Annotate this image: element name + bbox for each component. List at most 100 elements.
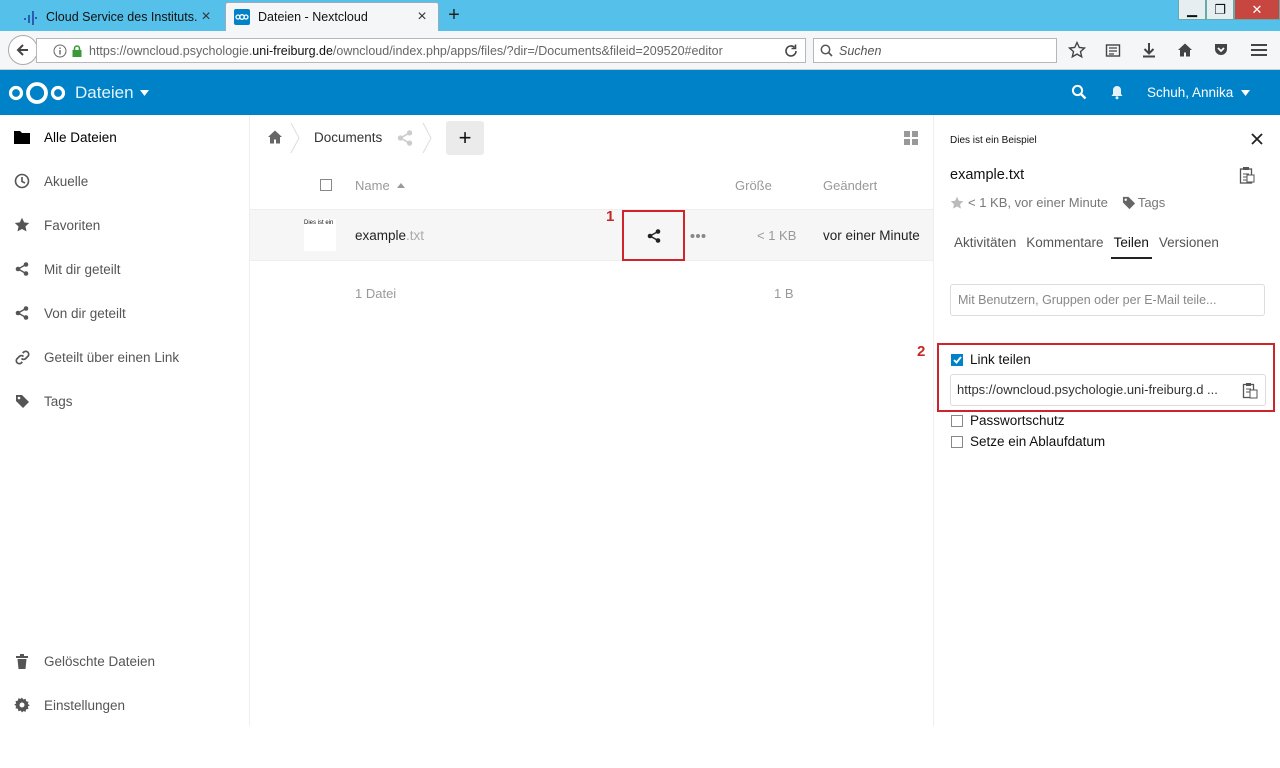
nav-item-shared-by-link[interactable]: Geteilt über einen Link — [0, 335, 249, 379]
tags-label[interactable]: Tags — [1138, 195, 1165, 210]
nav-item-favorites[interactable]: Favoriten — [0, 203, 249, 247]
url-text: https://owncloud.psychologie.uni-freibur… — [89, 43, 723, 58]
annotation-box-link-share — [937, 343, 1275, 412]
details-file-name: example.txt — [950, 167, 1025, 183]
home-icon[interactable] — [1176, 41, 1194, 59]
total-size: 1 B — [774, 286, 794, 301]
share-with-input[interactable]: Mit Benutzern, Gruppen oder per E-Mail t… — [950, 284, 1265, 316]
nav-item-label: Geteilt über einen Link — [44, 349, 180, 365]
info-icon[interactable] — [53, 44, 67, 58]
select-all-checkbox[interactable] — [320, 179, 332, 191]
user-menu[interactable]: Schuh, Annika — [1147, 85, 1251, 100]
new-tab-button[interactable]: + — [444, 5, 464, 25]
nav-item-label: Akuelle — [44, 173, 89, 189]
clipboard-icon[interactable] — [1239, 166, 1255, 184]
reading-list-icon[interactable] — [1104, 41, 1122, 59]
breadcrumb-documents[interactable]: Documents — [314, 130, 382, 145]
nav-item-label: Tags — [44, 393, 73, 409]
home-icon[interactable] — [267, 129, 283, 145]
nav-item-all-files[interactable]: Alle Dateien — [0, 115, 249, 159]
browser-tab-cloud-service[interactable]: Cloud Service des Instituts... × — [14, 2, 222, 31]
share-icon — [14, 305, 30, 321]
minimize-button[interactable]: ▁ — [1178, 0, 1206, 20]
tab-title: Dateien - Nextcloud — [258, 10, 368, 24]
nav-item-shared-by-you[interactable]: Von dir geteilt — [0, 291, 249, 335]
tab-comments[interactable]: Kommentare — [1026, 235, 1103, 259]
tab-close-icon[interactable]: × — [198, 8, 214, 26]
grid-view-icon[interactable] — [904, 131, 918, 145]
breadcrumb-separator-icon — [290, 123, 300, 153]
caret-down-icon — [139, 90, 149, 96]
favorite-star-icon[interactable] — [950, 196, 964, 210]
close-icon[interactable] — [1251, 133, 1263, 145]
tab-sharing[interactable]: Teilen — [1110, 235, 1152, 259]
file-count: 1 Datei — [355, 286, 397, 301]
caret-down-icon — [1241, 89, 1251, 96]
expiry-date-label: Setze ein Ablaufdatum — [970, 434, 1106, 449]
download-icon[interactable] — [1140, 41, 1158, 59]
nav-item-deleted-files[interactable]: Gelöschte Dateien — [0, 639, 249, 683]
nextcloud-logo-icon[interactable] — [8, 80, 66, 106]
star-icon — [14, 217, 30, 233]
notifications-bell-icon[interactable] — [1109, 84, 1125, 100]
annotation-number-2: 2 — [917, 343, 926, 360]
share-icon — [14, 261, 30, 277]
nav-item-shared-with-you[interactable]: Mit dir geteilt — [0, 247, 249, 291]
column-name-label: Name — [355, 178, 390, 193]
bookmark-star-icon[interactable] — [1068, 41, 1086, 59]
sort-up-icon — [396, 183, 405, 188]
link-icon — [14, 349, 30, 365]
sort-by-size[interactable]: Größe — [735, 178, 772, 193]
file-name[interactable]: example.txt — [355, 228, 424, 243]
browser-toolbar — [1068, 41, 1248, 59]
file-thumbnail: Dies ist ein — [304, 219, 336, 251]
nav-item-recent[interactable]: Akuelle — [0, 159, 249, 203]
nav-item-tags[interactable]: Tags — [0, 379, 249, 423]
nav-item-label: Mit dir geteilt — [44, 261, 121, 277]
browser-search-input[interactable]: Suchen — [813, 38, 1057, 63]
nav-item-label: Einstellungen — [44, 697, 126, 713]
tag-icon[interactable] — [1122, 196, 1136, 210]
search-icon[interactable] — [1071, 84, 1087, 100]
password-protect-label: Passwortschutz — [970, 413, 1065, 428]
browser-tab-bar: Cloud Service des Instituts... × Dateien… — [0, 0, 1280, 31]
details-sidebar: Dies ist ein Beispiel example.txt < 1 KB… — [933, 115, 1280, 726]
pocket-icon[interactable] — [1212, 41, 1230, 59]
file-summary: 1 Datei 1 B — [250, 261, 933, 323]
new-file-button[interactable]: + — [446, 121, 484, 155]
tab-versions[interactable]: Versionen — [1159, 235, 1219, 259]
close-window-button[interactable]: ✕ — [1234, 0, 1280, 20]
more-options-icon[interactable] — [690, 233, 706, 239]
url-bar[interactable]: https://owncloud.psychologie.uni-freibur… — [36, 38, 806, 63]
checkbox-unchecked-icon[interactable] — [951, 435, 963, 448]
sort-by-modified[interactable]: Geändert — [823, 178, 877, 193]
reload-icon[interactable] — [783, 43, 799, 59]
expiry-date-checkbox[interactable]: Setze ein Ablaufdatum — [951, 434, 1105, 449]
checkbox-unchecked-icon[interactable] — [951, 414, 963, 427]
table-row[interactable]: Dies ist ein example.txt < 1 KB vor eine… — [250, 210, 933, 261]
annotation-number-1: 1 — [606, 208, 615, 225]
tab-title: Cloud Service des Instituts... — [46, 9, 198, 24]
browser-tab-nextcloud[interactable]: Dateien - Nextcloud × — [225, 2, 439, 31]
breadcrumb: Documents + — [250, 115, 933, 159]
annotation-box-share-button — [622, 210, 685, 261]
maximize-button[interactable]: ❐ — [1206, 0, 1234, 20]
app-navigation: Alle Dateien Akuelle Favoriten Mit dir g… — [0, 115, 250, 726]
hamburger-menu-icon[interactable] — [1250, 41, 1268, 59]
tab-activities[interactable]: Aktivitäten — [954, 235, 1016, 259]
browser-nav-bar: https://owncloud.psychologie.uni-freibur… — [0, 31, 1280, 70]
password-protect-checkbox[interactable]: Passwortschutz — [951, 413, 1065, 428]
app-menu-button[interactable]: Dateien — [75, 83, 149, 103]
details-size-modified: < 1 KB, vor einer Minute — [968, 195, 1108, 210]
nav-item-label: Gelöschte Dateien — [44, 653, 156, 669]
sort-by-name[interactable]: Name — [355, 178, 405, 193]
nav-item-settings[interactable]: Einstellungen — [0, 683, 249, 727]
arrow-left-icon — [16, 44, 28, 56]
user-name: Schuh, Annika — [1147, 85, 1234, 100]
nav-item-label: Alle Dateien — [44, 129, 117, 145]
back-button[interactable] — [8, 35, 38, 65]
file-list-area: Documents + Name Größe Geändert Dies ist… — [250, 115, 933, 726]
lock-icon — [72, 44, 82, 57]
tab-close-icon[interactable]: × — [414, 8, 430, 26]
share-icon[interactable] — [397, 130, 413, 146]
